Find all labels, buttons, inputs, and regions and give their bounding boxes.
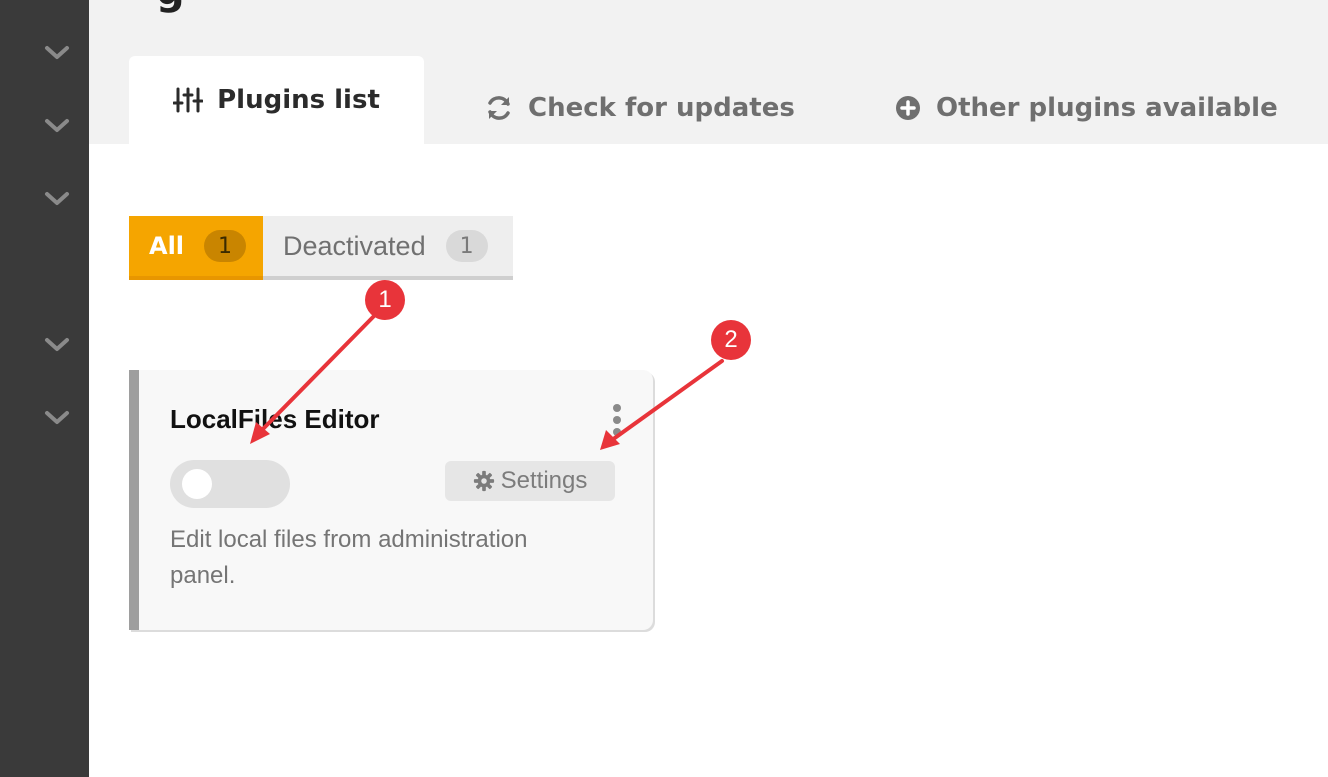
sidebar-expand-chevron-4[interactable] — [43, 335, 71, 355]
tab-check-updates-label: Check for updates — [528, 93, 795, 123]
plugin-filter-group: All 1 Deactivated 1 — [129, 216, 513, 280]
plus-circle-icon — [896, 96, 920, 120]
tab-check-updates[interactable]: Check for updates — [484, 86, 795, 130]
plugin-name: LocalFiles Editor — [170, 404, 380, 434]
chevron-down-icon — [45, 338, 69, 351]
sidebar — [0, 0, 89, 777]
annotation-marker-2: 2 — [711, 320, 751, 360]
tab-other-plugins-label: Other plugins available — [936, 93, 1278, 123]
refresh-icon — [488, 96, 510, 120]
annotation-marker-1: 1 — [365, 280, 405, 320]
plugin-settings-label: Settings — [500, 467, 588, 494]
sidebar-expand-chevron-2[interactable] — [43, 116, 71, 136]
chevron-down-icon — [45, 119, 69, 132]
filter-all-label: All — [149, 232, 185, 260]
filter-all-count-badge: 1 — [204, 230, 247, 262]
plugin-description: Edit local files from administration pan… — [170, 526, 528, 589]
plugin-settings-button[interactable]: Settings — [445, 461, 615, 501]
chevron-down-icon — [45, 411, 69, 424]
kebab-dot-icon — [613, 404, 621, 412]
tab-other-plugins[interactable]: Other plugins available — [894, 86, 1278, 130]
gear-icon — [473, 470, 494, 492]
plugin-card: LocalFiles Editor Settings Edit local fi… — [129, 370, 653, 630]
filter-deactivated-label: Deactivated — [283, 230, 426, 261]
tab-plugins-list[interactable]: Plugins list — [129, 56, 424, 144]
kebab-dot-icon — [613, 416, 621, 424]
kebab-dot-icon — [613, 428, 621, 436]
plugin-activation-toggle[interactable] — [170, 460, 290, 508]
chevron-down-icon — [45, 46, 69, 59]
plugin-menu-button[interactable] — [611, 404, 623, 436]
sidebar-expand-chevron-1[interactable] — [43, 43, 71, 63]
filter-deactivated-button[interactable]: Deactivated 1 — [263, 216, 513, 280]
tab-plugins-list-label: Plugins list — [217, 85, 380, 115]
page-title: g — [156, 0, 185, 14]
sliders-icon — [173, 87, 204, 113]
sidebar-expand-chevron-5[interactable] — [43, 408, 71, 428]
filter-deactivated-count-badge: 1 — [445, 230, 488, 262]
chevron-down-icon — [45, 192, 69, 205]
toggle-knob — [182, 469, 212, 499]
filter-all-button[interactable]: All 1 — [129, 216, 263, 280]
sidebar-expand-chevron-3[interactable] — [43, 189, 71, 209]
